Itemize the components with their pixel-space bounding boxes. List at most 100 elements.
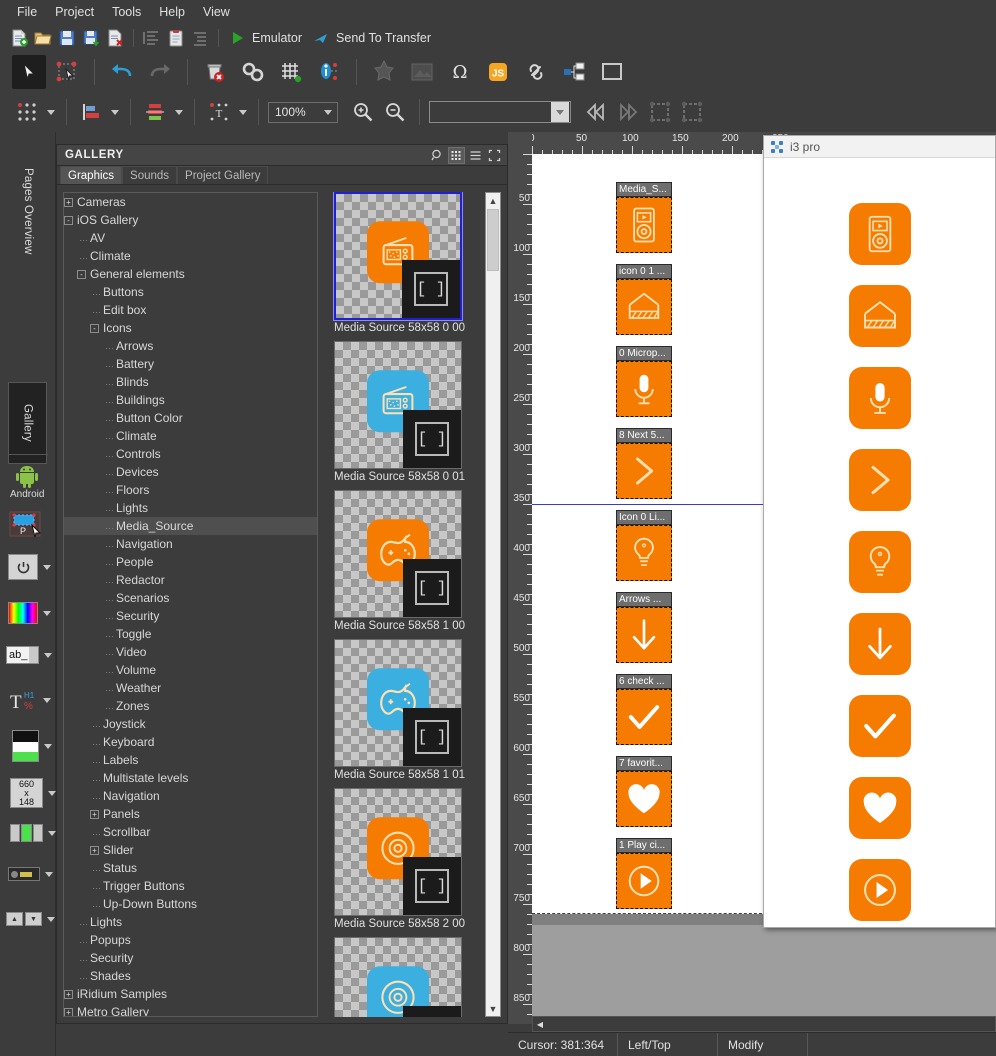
canvas-item[interactable]: icon 0 1 ... — [616, 264, 672, 335]
star-burst-icon[interactable] — [367, 55, 401, 89]
menu-item-project[interactable]: Project — [46, 2, 103, 22]
align-middle-dropdown-caret[interactable] — [172, 98, 185, 126]
tree-item-scrollbar[interactable]: …Scrollbar — [64, 823, 317, 841]
thumbnail-image[interactable]: [ ] — [334, 490, 462, 618]
emulator-button[interactable]: Emulator — [250, 31, 308, 45]
align-list-icon[interactable] — [141, 27, 163, 49]
zoom-in-icon[interactable] — [348, 97, 378, 127]
canvas-item[interactable]: 0 Microp... — [616, 346, 672, 417]
page-select-caret[interactable] — [551, 102, 569, 122]
design-page[interactable]: Media_S...icon 0 1 ... 0 Microp... 8 Next … — [532, 154, 767, 914]
tree-item-video[interactable]: …Video — [64, 643, 317, 661]
save-all-icon[interactable] — [80, 27, 102, 49]
redo-icon[interactable] — [143, 55, 177, 89]
js-script-icon[interactable]: JS — [481, 55, 515, 89]
thumbnail-image[interactable]: [ ] — [334, 341, 462, 469]
emulator-play-icon[interactable] — [226, 27, 248, 49]
canvas-item[interactable]: 7 favorit... — [616, 756, 672, 827]
toggle-caret[interactable] — [43, 869, 54, 880]
tree-item-zones[interactable]: …Zones — [64, 697, 317, 715]
black-white-green-swatch[interactable] — [12, 730, 53, 762]
emulator-house-floor-icon[interactable] — [849, 285, 911, 347]
canvas-item[interactable]: 6 check ... — [616, 674, 672, 745]
canvas-item[interactable]: Icon 0 Li... — [616, 510, 672, 581]
tree-item-iridium-samples[interactable]: +iRidium Samples — [64, 985, 317, 1003]
indent-icon[interactable] — [189, 27, 211, 49]
tree-item-redactor[interactable]: …Redactor — [64, 571, 317, 589]
tree-item-buttons[interactable]: …Buttons — [64, 283, 317, 301]
tree-item-media-source[interactable]: …Media_Source — [64, 517, 317, 535]
green-bars-swatch[interactable] — [10, 824, 57, 842]
grid-icon[interactable] — [274, 55, 308, 89]
emulator-play-circle-icon[interactable] — [849, 859, 911, 921]
canvas-item[interactable]: 1 Play ci... — [616, 838, 672, 909]
android-platform-icon[interactable]: Android — [10, 464, 44, 500]
scroll-down-arrow[interactable]: ▼ — [486, 1001, 500, 1016]
scroll-up-arrow[interactable]: ▲ — [486, 193, 500, 208]
new-project-icon[interactable] — [8, 27, 30, 49]
chevron-right-icon[interactable] — [616, 443, 672, 499]
distribute-dropdown-caret[interactable] — [44, 98, 57, 126]
tree-item-shades[interactable]: …Shades — [64, 967, 317, 985]
tree-item-metro-gallery[interactable]: +Metro Gallery — [64, 1003, 317, 1017]
emulator-microphone-icon[interactable] — [849, 367, 911, 429]
up-down-swatch[interactable]: ▲ ▼ — [6, 912, 56, 926]
scrollbar-thumb[interactable] — [487, 209, 499, 271]
tree-item-slider[interactable]: +Slider — [64, 841, 317, 859]
emulator-lightbulb-icon[interactable] — [849, 531, 911, 593]
emulator-arrow-down-icon[interactable] — [849, 613, 911, 675]
group-icon[interactable] — [645, 97, 675, 127]
align-middle-icon[interactable] — [140, 97, 170, 127]
tree-item-navigation[interactable]: …Navigation — [64, 535, 317, 553]
menu-item-file[interactable]: File — [8, 2, 46, 22]
tab-graphics[interactable]: Graphics — [60, 166, 122, 184]
node-select-tool-icon[interactable] — [50, 55, 84, 89]
tab-project-gallery[interactable]: Project Gallery — [177, 166, 268, 184]
tree-item-up-down-buttons[interactable]: …Up-Down Buttons — [64, 895, 317, 913]
tree-item-edit-box[interactable]: …Edit box — [64, 301, 317, 319]
tree-item-ios-gallery[interactable]: -iOS Gallery — [64, 211, 317, 229]
house-floor-icon[interactable] — [616, 279, 672, 335]
link-icon[interactable] — [519, 55, 553, 89]
canvas-item[interactable]: Media_S... — [616, 182, 672, 253]
page-select-combo[interactable] — [429, 101, 571, 123]
tree-item-buildings[interactable]: …Buildings — [64, 391, 317, 409]
close-project-icon[interactable] — [104, 27, 126, 49]
canvas-item[interactable]: 8 Next 5... — [616, 428, 672, 499]
tree-item-blinds[interactable]: …Blinds — [64, 373, 317, 391]
tree-item-labels[interactable]: …Labels — [64, 751, 317, 769]
emulator-content[interactable] — [764, 158, 995, 927]
tree-toggle[interactable]: + — [90, 810, 99, 819]
thumbnail-item[interactable]: [ ]Media Source 58x58 1 01 — [334, 639, 462, 782]
menu-item-help[interactable]: Help — [150, 2, 194, 22]
thumbnail-item[interactable]: [ ] — [334, 937, 462, 1017]
tree-item-toggle[interactable]: …Toggle — [64, 625, 317, 643]
thumbnail-item[interactable]: [ ]Media Source 58x58 0 01 — [334, 341, 462, 484]
tree-item-volume[interactable]: …Volume — [64, 661, 317, 679]
rectangle-icon[interactable] — [595, 55, 629, 89]
canvas-horizontal-scrollbar[interactable]: ◀ — [532, 1016, 996, 1032]
tree-item-battery[interactable]: …Battery — [64, 355, 317, 373]
lightbulb-icon[interactable] — [616, 525, 672, 581]
emulator-media-player-icon[interactable] — [849, 203, 911, 265]
menu-item-tools[interactable]: Tools — [103, 2, 150, 22]
text-align-dropdown-caret[interactable] — [236, 98, 249, 126]
align-left-dropdown-caret[interactable] — [108, 98, 121, 126]
next-page-icon[interactable] — [613, 97, 643, 127]
send-to-transfer-button[interactable]: Send To Transfer — [334, 31, 437, 45]
tree-item-climate[interactable]: …Climate — [64, 247, 317, 265]
play-circle-icon[interactable] — [616, 853, 672, 909]
tree-item-general-elements[interactable]: -General elements — [64, 265, 317, 283]
tree-item-av[interactable]: …AV — [64, 229, 317, 247]
tree-toggle[interactable]: + — [64, 1008, 73, 1017]
tab-sounds[interactable]: Sounds — [122, 166, 177, 184]
tree-item-keyboard[interactable]: …Keyboard — [64, 733, 317, 751]
tree-toggle[interactable]: - — [77, 270, 86, 279]
tree-item-weather[interactable]: …Weather — [64, 679, 317, 697]
tree-item-devices[interactable]: …Devices — [64, 463, 317, 481]
emulator-window[interactable]: i3 pro — [763, 135, 996, 928]
color-swatch-caret[interactable] — [41, 608, 52, 619]
bwg-caret[interactable] — [42, 741, 53, 752]
text-style-caret[interactable] — [41, 695, 52, 706]
scroll-left-arrow[interactable]: ◀ — [533, 1017, 547, 1031]
